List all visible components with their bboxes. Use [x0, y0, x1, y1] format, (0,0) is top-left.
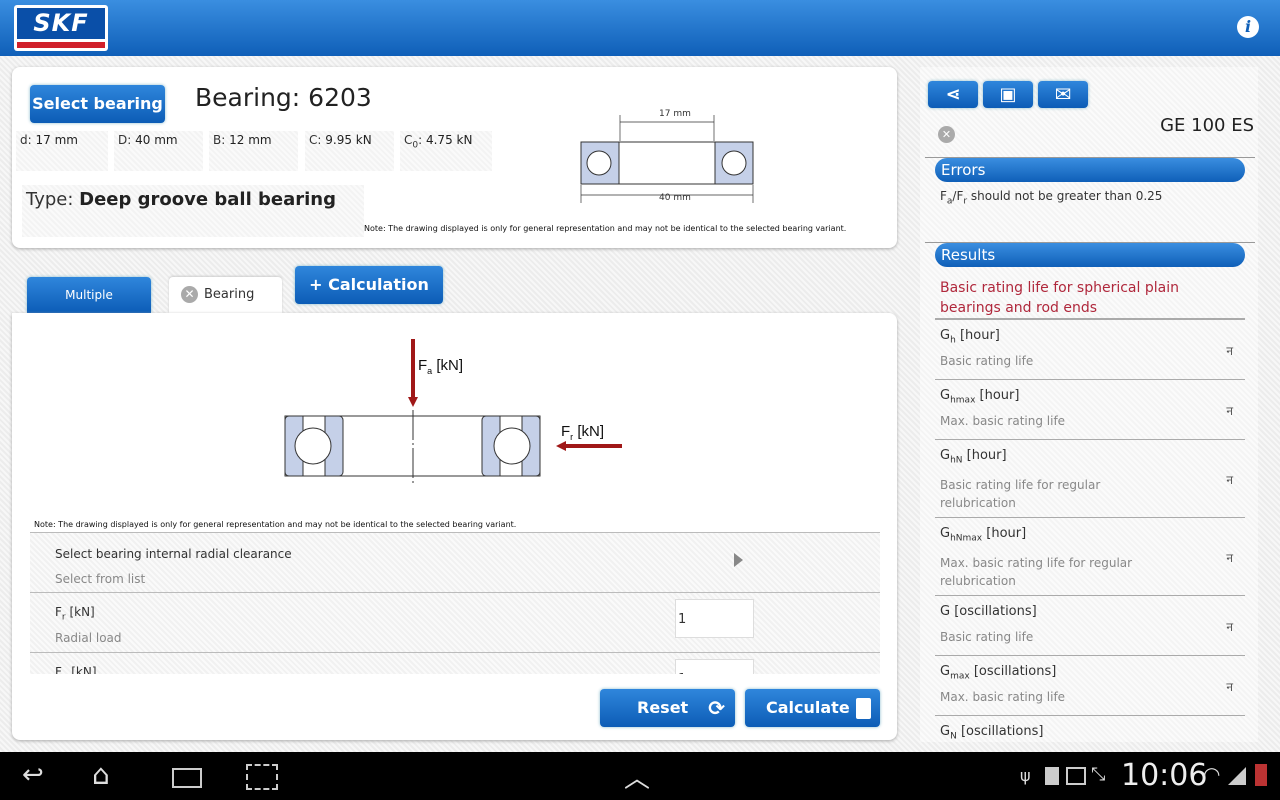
results-header: Results	[935, 243, 1245, 267]
bearing-title: Bearing: 6203	[195, 83, 372, 112]
save-icon: ▣	[999, 84, 1017, 105]
result-symbol: Ghmax [hour]	[940, 388, 1020, 406]
result-row[interactable]: GN [oscillations]	[935, 716, 1245, 756]
result-row[interactable]: GhNmax [hour] Max. basic rating life for …	[935, 518, 1245, 596]
signal-icon	[1228, 767, 1246, 785]
gallery-icon	[1066, 767, 1086, 785]
result-description: Max. basic rating life	[940, 414, 1066, 428]
result-description: Basic rating life	[940, 630, 1034, 644]
result-symbol: G [oscillations]	[940, 604, 1037, 619]
clearance-select-row[interactable]: Select bearing internal radial clearance…	[30, 532, 880, 592]
result-row[interactable]: Ghmax [hour] Max. basic rating life न	[935, 380, 1245, 440]
axial-load-input[interactable]: 1	[675, 659, 754, 674]
result-description: Max. basic rating life for regular relub…	[940, 556, 1133, 588]
spec-C: C: 9.95 kN	[305, 131, 394, 171]
drawing-note: Note: The drawing displayed is only for …	[364, 224, 847, 233]
axial-load-label: Fa [kN]	[418, 357, 464, 376]
spec-d: d: 17 mm	[16, 131, 108, 171]
result-value-icon: न	[1226, 344, 1233, 358]
battery-icon	[1255, 764, 1267, 786]
sd-card-icon	[1045, 767, 1059, 785]
result-value-icon: न	[1226, 473, 1233, 487]
result-description: Basic rating life	[940, 354, 1034, 368]
spec-C0: C0: 4.75 kN	[400, 131, 492, 171]
radial-load-label: Fr [kN]	[561, 423, 605, 442]
share-icon: ⋖	[945, 84, 961, 105]
usb-icon: ψ	[1020, 766, 1031, 785]
calculation-card: Fa [kN] Fr [kN] Note: The drawing displa…	[12, 313, 897, 740]
home-icon[interactable]: ⌂	[92, 758, 110, 791]
result-symbol: GhN [hour]	[940, 448, 1007, 466]
result-row[interactable]: G [oscillations] Basic rating life न	[935, 596, 1245, 656]
errors-header: Errors	[935, 158, 1245, 182]
diameter-dimension-label: 40 mm	[659, 193, 691, 203]
result-value-icon: न	[1226, 620, 1233, 634]
axial-load-row: Fa [kN] 1	[30, 652, 880, 674]
radial-load-input[interactable]: 1	[675, 599, 754, 638]
result-description: Basic rating life for regular relubricat…	[940, 478, 1101, 510]
result-value-icon: न	[1226, 404, 1233, 418]
spec-D: D: 40 mm	[114, 131, 203, 171]
spec-B: B: 12 mm	[209, 131, 298, 171]
radial-load-row: Fr [kN] Radial load 1	[30, 592, 880, 652]
result-symbol: Gmax [oscillations]	[940, 664, 1057, 682]
clock: 10:06	[1121, 758, 1208, 793]
error-message: Fa/Fr should not be greater than 0.25	[940, 189, 1163, 207]
email-button[interactable]: ✉	[1038, 81, 1088, 108]
chevron-up-icon[interactable]: ︿	[624, 758, 650, 795]
refresh-icon: ⟳	[708, 696, 725, 720]
info-icon[interactable]: i	[1237, 16, 1259, 38]
close-tab-icon[interactable]: ✕	[181, 286, 198, 303]
close-result-icon[interactable]: ✕	[938, 126, 955, 143]
save-button[interactable]: ▣	[983, 81, 1033, 108]
app-header: SKF i	[0, 0, 1280, 56]
bearing-cross-section-drawing	[580, 115, 754, 203]
bearing-type: Type: Deep groove ball bearing	[22, 185, 364, 237]
result-value-icon: न	[1226, 551, 1233, 565]
result-symbol: GN [oscillations]	[940, 724, 1044, 742]
back-icon[interactable]: ↩	[22, 760, 44, 790]
result-row[interactable]: Gh [hour] Basic rating life न	[935, 320, 1245, 380]
add-calculation-type-button[interactable]: + Calculation type	[295, 266, 443, 332]
skf-logo: SKF	[14, 5, 108, 51]
result-row[interactable]: Gmax [oscillations] Max. basic rating lif…	[935, 656, 1245, 716]
chevron-right-icon	[734, 553, 743, 567]
diagram-note: Note: The drawing displayed is only for …	[34, 520, 517, 529]
reset-button[interactable]: Reset ⟳	[600, 689, 735, 727]
bearing-card: Select bearing Bearing: 6203 d: 17 mm D:…	[12, 67, 897, 248]
result-row[interactable]: GhN [hour] Basic rating life for regular …	[935, 440, 1245, 518]
tab-multiple-calculations[interactable]: Multiple Calculations	[27, 277, 151, 338]
results-panel: ⋖ ▣ ✉ ✕ GE 100 ES Errors Fa/Fr should no…	[920, 67, 1258, 756]
results-heading: Basic rating life for spherical plain be…	[940, 280, 1179, 316]
result-symbol: Gh [hour]	[940, 328, 1000, 346]
screenshot-icon[interactable]	[246, 764, 278, 790]
system-nav-bar: ↩ ⌂ ︿ ψ ⤡ 10:06 ◠	[0, 752, 1280, 800]
calculate-button[interactable]: Calculate	[745, 689, 880, 727]
width-dimension-label: 17 mm	[659, 109, 691, 119]
mail-icon: ✉	[1054, 82, 1072, 106]
recent-apps-icon[interactable]	[172, 768, 202, 788]
share-button[interactable]: ⋖	[928, 81, 978, 108]
result-symbol: GhNmax [hour]	[940, 526, 1027, 544]
input-list: Select bearing internal radial clearance…	[12, 532, 897, 674]
result-value-icon: न	[1226, 680, 1233, 694]
tab-bearing-life[interactable]: ✕Bearing life	[169, 277, 282, 338]
result-description: Max. basic rating life	[940, 690, 1066, 704]
select-bearing-button[interactable]: Select bearing	[30, 85, 165, 123]
wifi-icon: ◠	[1203, 762, 1221, 786]
sync-icon: ⤡	[1091, 764, 1106, 785]
result-designation: GE 100 ES	[1160, 115, 1254, 136]
calculator-icon	[856, 698, 871, 719]
